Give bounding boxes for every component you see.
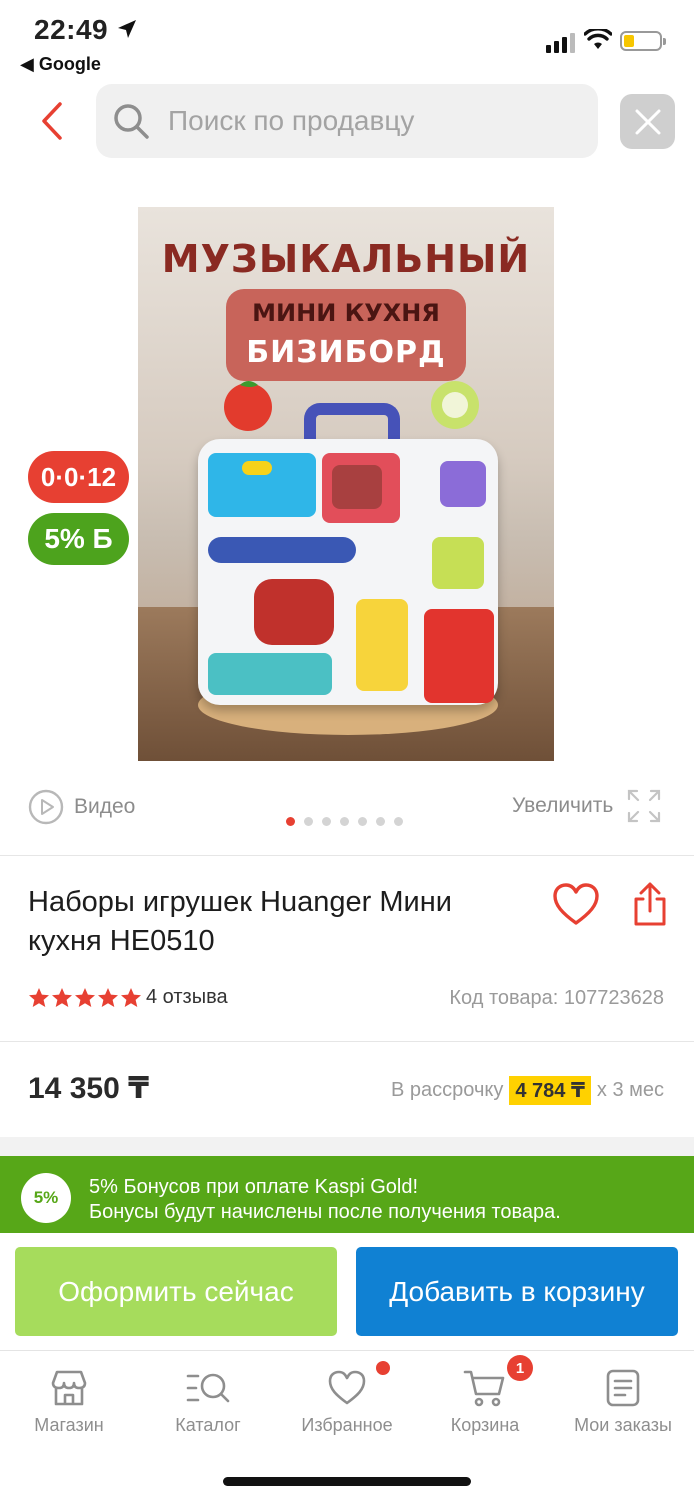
star-icon — [75, 988, 95, 1007]
tab-label: Каталог — [175, 1415, 241, 1435]
gallery-dot[interactable] — [304, 817, 313, 826]
image-subtitle-1: МИНИ КУХНЯ — [252, 299, 440, 327]
installment-suffix: x 3 мес — [596, 1079, 664, 1101]
zoom-button[interactable]: Увеличить — [512, 789, 661, 823]
cart-count-badge: 1 — [507, 1355, 533, 1381]
busy-board — [198, 439, 498, 705]
product-image[interactable]: МУЗЫКАЛЬНЫЙ МИНИ КУХНЯ БИЗИБОРД — [138, 207, 554, 761]
close-icon — [635, 109, 660, 134]
tab-shop[interactable]: Магазин — [0, 1365, 138, 1436]
shop-icon — [51, 1370, 87, 1406]
cellular-signal-icon — [546, 33, 575, 53]
chevron-left-icon — [42, 102, 62, 140]
gallery-dot[interactable] — [358, 817, 367, 826]
divider — [0, 855, 694, 856]
share-button[interactable] — [632, 881, 668, 932]
buy-now-button[interactable]: Оформить сейчас — [15, 1247, 337, 1336]
wifi-icon — [584, 29, 612, 49]
add-to-cart-button[interactable]: Добавить в корзину — [356, 1247, 678, 1336]
tab-favorites[interactable]: Избранное — [278, 1361, 416, 1436]
tab-my-orders[interactable]: Мои заказы — [554, 1365, 692, 1436]
star-icon — [52, 988, 72, 1007]
bonus-text-line2: Бонусы будут начислены после получения т… — [89, 1201, 561, 1223]
search-icon — [114, 104, 149, 139]
product-title: Наборы игрушек Huanger Мини кухня HE0510 — [28, 886, 452, 957]
search-input[interactable] — [168, 105, 548, 137]
catalog-search-icon — [186, 1373, 230, 1403]
home-indicator — [223, 1477, 471, 1486]
installment-badge: 0·0·12 — [28, 451, 129, 503]
video-button[interactable]: Видео — [28, 789, 135, 825]
gallery-dot[interactable] — [286, 817, 295, 826]
star-icon — [98, 988, 118, 1007]
tab-label: Избранное — [301, 1415, 393, 1435]
gallery-dot[interactable] — [394, 817, 403, 826]
status-bar: 22:49 ◀ Google — [0, 0, 694, 80]
product-page: 22:49 ◀ Google МУЗЫКАЛЬНЫЙ МИНИ КУХНЯ БИ… — [0, 0, 694, 1500]
gallery-dot[interactable] — [376, 817, 385, 826]
battery-icon — [620, 31, 666, 51]
video-label: Видео — [74, 795, 136, 818]
image-title-text: МУЗЫКАЛЬНЫЙ — [161, 237, 531, 281]
play-circle-icon — [28, 789, 64, 825]
favorite-button[interactable] — [552, 883, 600, 932]
installment-amount: 4 784 ₸ — [509, 1076, 591, 1105]
reviews-link[interactable]: 4 отзыва — [146, 986, 228, 1009]
seller-search-field[interactable] — [96, 84, 598, 158]
tab-cart[interactable]: 1 Корзина — [416, 1355, 554, 1436]
product-sku: Код товара: 107723628 — [449, 987, 664, 1009]
heart-icon — [328, 1370, 366, 1405]
status-time: 22:49 — [34, 14, 109, 45]
share-icon — [634, 882, 666, 926]
product-price: 14 350 ₸ — [28, 1072, 149, 1105]
cabbage-icon — [431, 381, 479, 429]
zoom-label: Увеличить — [512, 794, 614, 817]
tomato-icon — [224, 381, 272, 431]
section-gap — [0, 1137, 694, 1156]
image-subtitle-2: БИЗИБОРД — [246, 335, 446, 370]
tab-label: Корзина — [450, 1415, 520, 1435]
installment-prefix: В рассрочку — [391, 1079, 504, 1101]
installment-info: В рассрочку 4 784 ₸ x 3 мес — [391, 1076, 664, 1105]
gallery-pagination — [286, 817, 403, 826]
favorites-dot-badge — [376, 1361, 390, 1375]
bonus-banner[interactable]: 5% 5% Бонусов при оплате Kaspi Gold! Бон… — [0, 1156, 694, 1233]
tab-catalog[interactable]: Каталог — [139, 1365, 277, 1436]
location-arrow-icon — [118, 20, 136, 38]
star-icon — [121, 988, 141, 1007]
expand-icon — [628, 789, 661, 823]
orders-list-icon — [606, 1369, 640, 1407]
gallery-dot[interactable] — [340, 817, 349, 826]
tab-label: Мои заказы — [574, 1415, 672, 1435]
star-icon — [29, 988, 49, 1007]
rating-stars — [28, 987, 142, 1009]
back-button[interactable] — [30, 96, 74, 146]
bonus-text-line1: 5% Бонусов при оплате Kaspi Gold! — [89, 1176, 419, 1198]
tab-label: Магазин — [34, 1415, 104, 1435]
gallery-dot[interactable] — [322, 817, 331, 826]
bonus-percent-badge: 5% — [21, 1173, 71, 1223]
bonus-badge: 5% Б — [28, 513, 129, 565]
divider — [0, 1041, 694, 1042]
heart-icon — [553, 883, 599, 925]
cart-icon — [463, 1370, 505, 1407]
clear-search-button[interactable] — [620, 94, 675, 149]
back-to-app-link[interactable]: ◀ Google — [20, 54, 101, 75]
